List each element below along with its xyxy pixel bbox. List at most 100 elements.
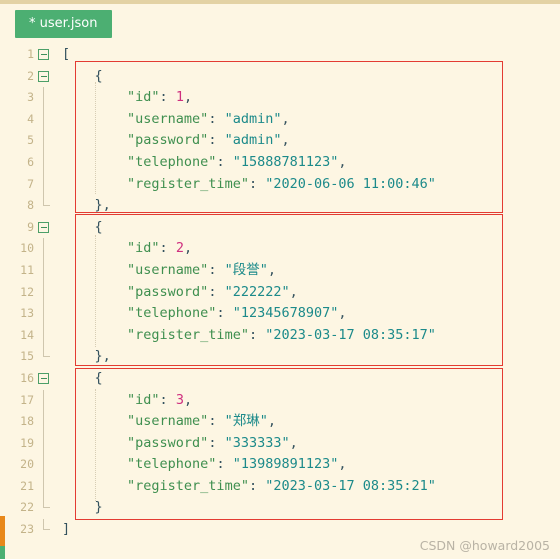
fold-guide-line	[43, 411, 44, 433]
fold-guide-end	[43, 346, 50, 358]
token-key: "username"	[127, 110, 209, 127]
code-line[interactable]: 16 {	[0, 368, 560, 390]
code-line[interactable]: 4 "username": "admin",	[0, 108, 560, 131]
code-text: "telephone": "13989891123",	[62, 454, 347, 476]
code-text: },	[62, 195, 111, 217]
line-number: 11	[20, 262, 34, 277]
indent-guide	[95, 389, 97, 501]
token-str: "段誉"	[224, 261, 268, 278]
code-text: "register_time": "2023-03-17 08:35:17"	[62, 325, 436, 347]
token-punc: ,	[338, 305, 347, 322]
code-line[interactable]: 9 {	[0, 217, 560, 239]
token-punc: ,	[183, 240, 193, 257]
token-key: "telephone"	[127, 305, 217, 322]
token-key: "id"	[127, 240, 160, 257]
fold-guide-line	[43, 108, 44, 131]
code-text: ]	[62, 519, 70, 541]
code-line[interactable]: 12 "password": "222222",	[0, 281, 560, 304]
code-line[interactable]: 15 },	[0, 346, 560, 368]
code-line[interactable]: 22 }	[0, 497, 560, 519]
code-line[interactable]: 11 "username": "段誉",	[0, 259, 560, 282]
line-number: 2	[27, 68, 34, 83]
token-colon: :	[208, 413, 225, 430]
token-punc: ]	[62, 521, 71, 538]
indent-guide	[95, 235, 97, 347]
code-line[interactable]: 18 "username": "郑琳",	[0, 411, 560, 433]
token-punc: }	[94, 499, 103, 516]
code-line[interactable]: 20 "telephone": "13989891123",	[0, 454, 560, 476]
token-key: "password"	[127, 132, 209, 149]
line-number: 1	[27, 47, 34, 61]
token-punc: ,	[267, 261, 276, 278]
fold-guide-end	[43, 519, 50, 531]
line-number: 15	[20, 349, 34, 364]
code-line[interactable]: 10 "id": 2,	[0, 238, 560, 260]
token-key: "password"	[127, 434, 209, 451]
token-colon: :	[159, 89, 176, 106]
token-colon: :	[248, 326, 266, 343]
token-colon: :	[208, 132, 225, 149]
line-number: 12	[20, 284, 34, 299]
line-number: 5	[27, 133, 34, 148]
token-str: "admin"	[224, 110, 282, 127]
code-line[interactable]: 14 "register_time": "2023-03-17 08:35:17…	[0, 324, 560, 347]
code-line[interactable]: 3 "id": 1,	[0, 87, 560, 109]
token-colon: :	[248, 477, 266, 494]
code-line[interactable]: 6 "telephone": "15888781123",	[0, 151, 560, 174]
token-str: "222222"	[224, 283, 290, 300]
code-line[interactable]: 13 "telephone": "12345678907",	[0, 303, 560, 325]
line-number: 21	[20, 478, 34, 493]
code-line[interactable]: 19 "password": "333333",	[0, 432, 560, 455]
fold-guide-line	[43, 151, 44, 174]
token-punc: },	[94, 197, 111, 214]
token-punc: ,	[289, 283, 298, 300]
token-key: "id"	[127, 391, 160, 408]
fold-collapse-icon[interactable]	[38, 70, 49, 82]
fold-guide-line	[43, 87, 44, 109]
fold-guide-line	[43, 259, 44, 282]
fold-guide-end	[43, 195, 50, 207]
code-line[interactable]: 5 "password": "admin",	[0, 130, 560, 152]
token-num: 2	[175, 240, 184, 257]
code-editor[interactable]: 1[2 {3 "id": 1, 4 "username": "admin", 5 "…	[0, 44, 560, 559]
token-colon: :	[159, 391, 176, 408]
token-punc: ,	[183, 89, 193, 106]
token-punc: ,	[281, 110, 290, 127]
fold-guide-line	[43, 324, 44, 347]
line-number: 20	[20, 457, 34, 472]
fold-collapse-icon[interactable]	[38, 49, 49, 60]
line-number: 23	[20, 522, 34, 537]
code-line[interactable]: 17 "id": 3,	[0, 389, 560, 412]
token-str: "13989891123"	[232, 456, 339, 473]
indent-guide	[95, 82, 97, 194]
line-number: 7	[27, 176, 34, 191]
fold-collapse-icon[interactable]	[38, 372, 49, 384]
code-line[interactable]: 2 {	[0, 66, 560, 88]
fold-guide-line	[43, 303, 44, 325]
token-key: "telephone"	[127, 153, 217, 170]
token-str: "2023-03-17 08:35:17"	[265, 326, 436, 343]
token-key: "telephone"	[127, 456, 217, 473]
csdn-watermark: CSDN @howard2005	[419, 538, 550, 553]
token-punc: },	[94, 348, 111, 365]
token-punc: ,	[338, 456, 347, 473]
token-punc: ,	[338, 153, 347, 170]
line-number: 22	[20, 500, 34, 515]
line-number: 14	[20, 327, 34, 342]
code-line[interactable]: 1[	[0, 44, 560, 66]
code-line[interactable]: 8 },	[0, 195, 560, 217]
token-colon: :	[248, 175, 266, 192]
tab-user-json[interactable]: * user.json	[15, 10, 112, 38]
fold-guide-line	[43, 173, 44, 196]
code-text: "register_time": "2023-03-17 08:35:21"	[62, 476, 436, 498]
fold-collapse-icon[interactable]	[38, 221, 49, 233]
token-colon: :	[208, 261, 225, 278]
token-punc: ,	[183, 391, 193, 408]
code-text: "telephone": "12345678907",	[62, 303, 347, 325]
code-line[interactable]: 7 "register_time": "2020-06-06 11:00:46"	[0, 173, 560, 196]
line-number: 18	[20, 414, 34, 429]
code-text: "telephone": "15888781123",	[62, 152, 347, 174]
editor-tab-bar: * user.json	[0, 4, 560, 40]
code-line[interactable]: 21 "register_time": "2023-03-17 08:35:21…	[0, 475, 560, 498]
code-text: "id": 2,	[62, 238, 192, 260]
